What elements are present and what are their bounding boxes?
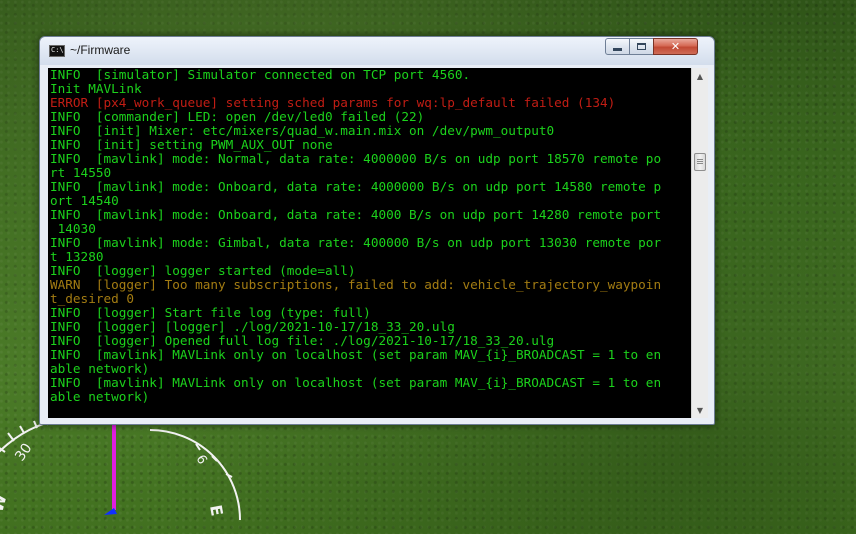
console-line: INFO [logger] Start file log (type: full… [50, 305, 371, 320]
scroll-up-arrow-icon[interactable]: ▲ [692, 68, 708, 84]
scroll-down-arrow-icon[interactable]: ▼ [692, 402, 708, 418]
vertical-scrollbar[interactable]: ▲ ▼ [691, 68, 708, 418]
maximize-button[interactable] [629, 38, 654, 55]
compass-label-e: E [206, 503, 227, 517]
console-line: ort 14540 [50, 193, 119, 208]
maximize-icon [637, 43, 646, 50]
console-line: 14030 [50, 221, 96, 236]
console-line: Init MAVLink [50, 81, 142, 96]
console-line: INFO [mavlink] MAVLink only on localhost… [50, 375, 662, 390]
window-title: ~/Firmware [70, 43, 131, 57]
close-button[interactable]: ✕ [653, 38, 698, 55]
console-line: INFO [simulator] Simulator connected on … [50, 68, 471, 82]
console-line: able network) [50, 389, 150, 404]
close-icon: ✕ [670, 40, 681, 53]
compass-label-30: 30 [12, 441, 35, 465]
minimize-button[interactable] [605, 38, 630, 55]
console-line: rt 14550 [50, 165, 112, 180]
terminal-window: C:\ ~/Firmware ✕ INFO [simulator] Simula… [39, 36, 715, 425]
console-line: able network) [50, 361, 150, 376]
console-lines: INFO [simulator] Simulator connected on … [50, 68, 661, 404]
console-line: INFO [logger] logger started (mode=all) [50, 263, 356, 278]
compass-label-6: 6 [193, 453, 210, 468]
console-line: INFO [mavlink] mode: Gimbal, data rate: … [50, 235, 662, 250]
console-line: INFO [mavlink] mode: Onboard, data rate:… [50, 179, 662, 194]
console-line: INFO [logger] [logger] ./log/2021-10-17/… [50, 319, 455, 334]
console-line: INFO [commander] LED: open /dev/led0 fai… [50, 109, 425, 124]
minimize-icon [613, 48, 622, 51]
console-line: INFO [init] setting PWM_AUX_OUT none [50, 137, 333, 152]
console-line: t_desired 0 [50, 291, 135, 306]
console-line: t 13280 [50, 249, 104, 264]
title-bar[interactable]: C:\ ~/Firmware ✕ [40, 37, 714, 65]
compass-label-w: W [0, 492, 11, 514]
console-line: INFO [mavlink] mode: Onboard, data rate:… [50, 207, 662, 222]
center-compass-ring [149, 429, 241, 521]
console-line: ERROR [px4_work_queue] setting sched par… [50, 95, 616, 110]
left-compass-ring [0, 417, 71, 453]
scrollbar-thumb[interactable] [694, 153, 706, 171]
console-line: INFO [mavlink] MAVLink only on localhost… [50, 347, 662, 362]
console-line: INFO [logger] Opened full log file: ./lo… [50, 333, 555, 348]
console-output[interactable]: INFO [simulator] Simulator connected on … [48, 68, 699, 418]
console-line: INFO [mavlink] mode: Normal, data rate: … [50, 151, 662, 166]
console-app-icon[interactable]: C:\ [49, 45, 65, 57]
console-line: INFO [init] Mixer: etc/mixers/quad_w.mai… [50, 123, 555, 138]
console-line: WARN [logger] Too many subscriptions, fa… [50, 277, 662, 292]
